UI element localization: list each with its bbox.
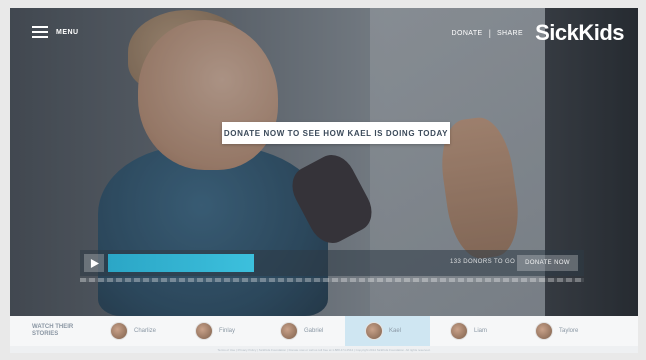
story-tab[interactable]: Liam xyxy=(430,316,515,346)
avatar xyxy=(110,322,128,340)
hamburger-icon xyxy=(32,26,48,38)
stories-label-line2: STORIES xyxy=(32,331,59,337)
share-link[interactable]: SHARE xyxy=(497,30,523,37)
story-name: Gabriel xyxy=(304,328,324,334)
avatar xyxy=(535,322,553,340)
story-name: Kael xyxy=(389,328,402,334)
donate-now-button[interactable]: DONATE NOW xyxy=(517,255,578,271)
play-icon xyxy=(90,258,99,268)
story-name: Charlize xyxy=(134,328,157,334)
donate-link[interactable]: DONATE xyxy=(452,30,483,37)
menu-button[interactable]: MENU xyxy=(32,26,79,38)
hero-video[interactable]: MENU DONATE | SHARE SickKids DONATE NOW … xyxy=(10,8,638,316)
story-name: Liam xyxy=(474,328,488,334)
sickkids-logo[interactable]: SickKids xyxy=(535,20,624,46)
avatar xyxy=(365,322,383,340)
page-frame: MENU DONATE | SHARE SickKids DONATE NOW … xyxy=(10,8,638,353)
top-nav: DONATE | SHARE SickKids xyxy=(452,20,625,46)
donors-remaining: 133 DONORS TO GO xyxy=(450,259,516,265)
donate-cta-button[interactable]: DONATE NOW TO SEE HOW KAEL IS DOING TODA… xyxy=(222,122,450,144)
stories-strip: WATCH THEIR STORIES Charlize Finlay Gabr… xyxy=(10,316,638,346)
story-tab[interactable]: Kael xyxy=(345,316,430,346)
footer-links: Terms of Use | Privacy Policy | SickKids… xyxy=(10,346,638,353)
avatar xyxy=(280,322,298,340)
donor-ticker xyxy=(80,278,584,282)
donation-progress-bar: 133 DONORS TO GO DONATE NOW xyxy=(80,250,584,276)
story-tab[interactable]: Finlay xyxy=(175,316,260,346)
menu-label: MENU xyxy=(56,28,79,36)
play-button[interactable] xyxy=(84,254,104,272)
story-name: Finlay xyxy=(219,328,236,334)
avatar xyxy=(450,322,468,340)
avatar xyxy=(195,322,213,340)
story-tab[interactable]: Gabriel xyxy=(260,316,345,346)
progress-fill xyxy=(108,254,254,272)
story-tab[interactable]: Charlize xyxy=(90,316,175,346)
stories-label: WATCH THEIR STORIES xyxy=(10,324,90,338)
stories-label-line1: WATCH THEIR xyxy=(32,324,74,330)
nav-separator: | xyxy=(488,28,491,38)
story-name: Taylore xyxy=(559,328,579,334)
story-tab[interactable]: Taylore xyxy=(515,316,600,346)
